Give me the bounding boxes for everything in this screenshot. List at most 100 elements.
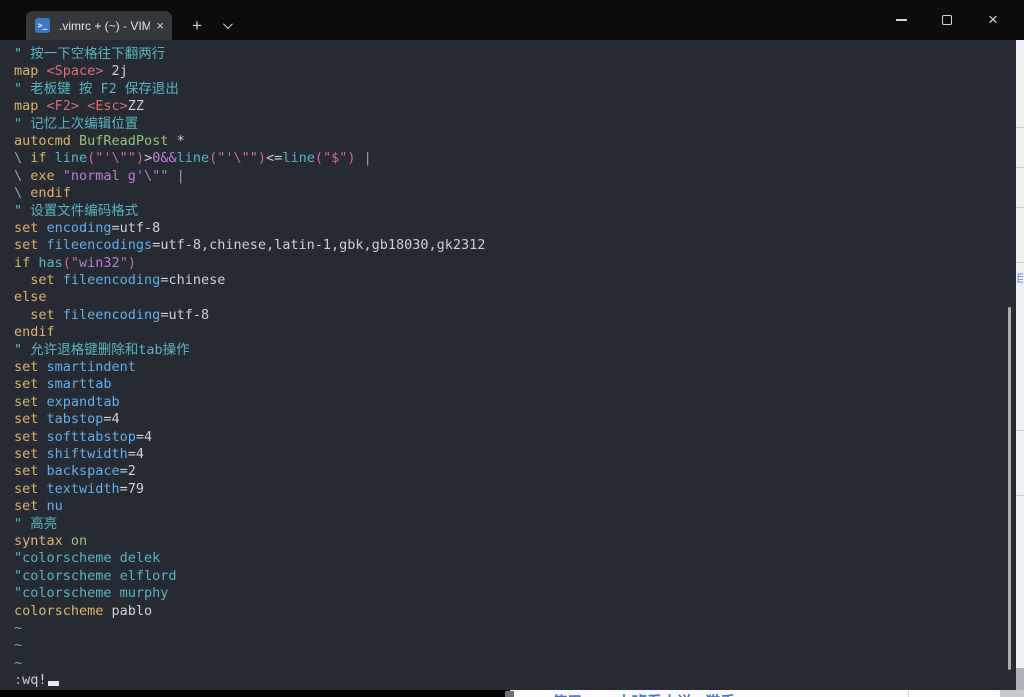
code-token: =4 (128, 446, 144, 462)
table-row-divider (1016, 495, 1024, 496)
code-token: if (30, 150, 54, 166)
code-line: " 设置文件编码格式 (14, 203, 1016, 220)
code-line: \ if line("'\"")>0&&line("'\"")<=line("$… (14, 150, 1016, 167)
code-token: =4 (103, 411, 119, 427)
table-row-divider (1016, 127, 1024, 128)
code-token: \ (14, 185, 30, 201)
code-token: ZZ (128, 98, 144, 114)
code-line: " 高亮 (14, 516, 1016, 533)
code-line: set encoding=utf-8 (14, 220, 1016, 237)
window-edge-fragment (505, 691, 514, 697)
terminal-screen[interactable]: " 按一下空格往下翻两行map <Space> 2j" 老板键 按 F2 保存退… (0, 40, 1016, 690)
code-token: smartindent (47, 359, 136, 375)
tab-dropdown-button[interactable] (214, 13, 238, 38)
table-row-divider (1016, 207, 1024, 208)
code-line: set fileencodings=utf-8,chinese,latin-1,… (14, 237, 1016, 254)
code-token: ("'\"") (87, 150, 144, 166)
tab-title: .vimrc + (~) - VIM (59, 19, 150, 33)
code-token: ~ (14, 655, 22, 671)
code-token: =utf-8 (112, 220, 161, 236)
code-token: has (38, 255, 62, 271)
code-line: " 按一下空格往下翻两行 (14, 46, 1016, 63)
code-token: ") (120, 255, 136, 271)
code-line: set smarttab (14, 376, 1016, 393)
webpage-link-title[interactable]: 使用 VIM 上班看小说 - 猫手 (552, 691, 735, 697)
terminal-tab[interactable]: >_ .vimrc + (~) - VIM × (26, 11, 172, 40)
code-token: expandtab (47, 394, 120, 410)
new-tab-button[interactable]: + (183, 13, 211, 38)
code-token: BufReadPost (79, 133, 177, 149)
code-line: set textwidth=79 (14, 481, 1016, 498)
code-token: if (14, 255, 38, 271)
code-token: on (71, 533, 87, 549)
code-token: " 老板键 按 F2 保存退出 (14, 81, 179, 97)
code-token: endif (30, 185, 71, 201)
desktop: >_ .vimrc + (~) - VIM × + × " 按 (0, 0, 1024, 697)
code-token: " 记忆上次编辑位置 (14, 116, 138, 132)
code-token: backspace (47, 463, 120, 479)
code-lines: " 按一下空格往下翻两行map <Space> 2j" 老板键 按 F2 保存退… (14, 46, 1016, 689)
code-token: ~ (14, 637, 22, 653)
table-row-divider (1016, 167, 1024, 168)
code-line: \ endif (14, 185, 1016, 202)
minimize-icon (896, 19, 907, 21)
terminal-scrollbar-thumb[interactable] (1008, 307, 1011, 670)
code-token: win32 (79, 255, 120, 271)
code-token: pablo (112, 603, 153, 619)
tab-close-icon[interactable]: × (156, 19, 164, 32)
code-token: " 设置文件编码格式 (14, 203, 138, 219)
code-token: endif (14, 324, 55, 340)
window-close-button[interactable]: × (970, 0, 1016, 40)
code-line: map <Space> 2j (14, 63, 1016, 80)
code-line: else (14, 289, 1016, 306)
code-token: line (177, 150, 210, 166)
code-line: "colorscheme delek (14, 550, 1016, 567)
code-token: colorscheme (14, 603, 112, 619)
code-token: && (160, 150, 176, 166)
code-line: ~ (14, 655, 1016, 672)
code-line: "colorscheme murphy (14, 585, 1016, 602)
code-token: " 按一下空格往下翻两行 (14, 46, 165, 62)
code-token: smarttab (47, 376, 112, 392)
code-token: <F2> <Esc> (47, 98, 128, 114)
code-line: autocmd BufReadPost * (14, 133, 1016, 150)
code-token: shiftwidth (47, 446, 128, 462)
code-token: \ (14, 168, 30, 184)
code-line: if has("win32") (14, 255, 1016, 272)
code-line: set nu (14, 498, 1016, 515)
minimize-button[interactable] (878, 0, 924, 40)
code-token: set (14, 481, 47, 497)
code-line: set softtabstop=4 (14, 429, 1016, 446)
code-token: set (30, 272, 63, 288)
webpage-gray-area (1000, 690, 1024, 697)
code-token (168, 168, 176, 184)
table-column-divider (908, 690, 909, 697)
window-controls: × (878, 0, 1016, 40)
code-line: set shiftwidth=4 (14, 446, 1016, 463)
code-token: "colorscheme delek (14, 550, 160, 566)
code-token: fileencoding (63, 307, 161, 323)
code-line: :wq! (14, 672, 1016, 689)
webpage-surface: 使用 VIM 上班看小说 - 猫手 (510, 690, 1024, 697)
code-token: ("$") (315, 150, 356, 166)
code-token: " 允许退格键删除和tab操作 (14, 342, 190, 358)
code-token: map (14, 98, 47, 114)
code-token: > (144, 150, 152, 166)
code-token: softtabstop (47, 429, 136, 445)
code-token: fileencodings (47, 237, 153, 253)
code-token: textwidth (47, 481, 120, 497)
maximize-button[interactable] (924, 0, 970, 40)
clipped-text-fragment: 目 (1016, 270, 1023, 283)
code-line: endif (14, 324, 1016, 341)
code-token: \ (14, 150, 30, 166)
code-token: <= (266, 150, 282, 166)
code-line: ~ (14, 620, 1016, 637)
code-token: set (14, 411, 47, 427)
terminal-titlebar[interactable]: >_ .vimrc + (~) - VIM × + × (0, 0, 1024, 40)
code-token: encoding (47, 220, 112, 236)
background-webpage-bottom-edge: 使用 VIM 上班看小说 - 猫手 (0, 690, 1024, 697)
code-token: exe (30, 168, 63, 184)
code-line: ~ (14, 637, 1016, 654)
code-line: set tabstop=4 (14, 411, 1016, 428)
webpage-gray-area (1016, 668, 1024, 690)
